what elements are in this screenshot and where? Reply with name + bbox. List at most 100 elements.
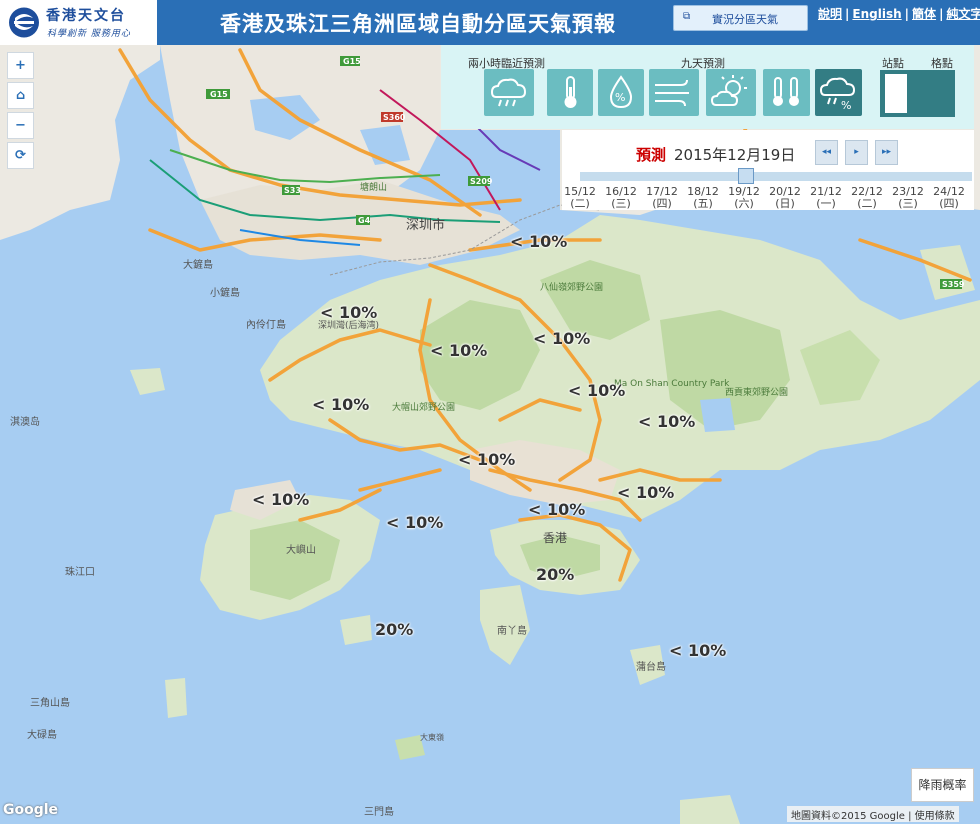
date-tick-weekday: (四)	[939, 197, 959, 210]
place-label: 大鏟島	[183, 258, 213, 271]
place-label: 香港	[543, 531, 567, 545]
date-selector: 預測 2015年12月19日 ◂◂ ▸ ▸▸ 15/12 (二) 16/12 (三) 1…	[562, 130, 974, 210]
top-links: 說明 | English | 簡体 | 純文字	[818, 5, 980, 22]
date-tick[interactable]: 24/12 (四)	[929, 186, 969, 210]
date-tick[interactable]: 20/12 (日)	[765, 186, 805, 210]
hko-emblem-icon	[9, 7, 39, 38]
rain-probability-icon: %	[819, 77, 856, 112]
date-tick[interactable]: 17/12 (四)	[642, 186, 682, 210]
date-tick[interactable]: 23/12 (三)	[888, 186, 928, 210]
reset-button[interactable]: ⟳	[7, 142, 34, 169]
svg-text:%: %	[841, 99, 851, 112]
date-slider[interactable]	[580, 172, 972, 181]
date-tick-weekday: (一)	[816, 197, 836, 210]
place-label: 南丫島	[497, 624, 527, 637]
humidity-button[interactable]: %	[598, 69, 644, 116]
logo-motto: 科學創新 服務用心	[47, 29, 131, 39]
rain-probability-label: < 10%	[510, 232, 568, 251]
rain-probability-legend: 降雨概率	[911, 768, 974, 802]
page-title: 香港及珠江三角洲區域自動分區天氣預報	[220, 12, 616, 36]
place-label: 三門島	[364, 805, 394, 818]
external-link-icon: ⧉	[683, 11, 691, 22]
attribution-text: 地圖資料©2015 Google	[791, 811, 905, 822]
date-tick[interactable]: 19/12 (六)	[724, 186, 764, 210]
rain-cloud-icon	[490, 78, 527, 107]
rain-probability-label: < 10%	[669, 641, 727, 660]
place-label: 內伶仃島	[246, 318, 286, 331]
zoom-in-button[interactable]: +	[7, 52, 34, 79]
place-label: 大嶼山	[286, 543, 316, 556]
grid-label: 格點	[931, 57, 953, 70]
date-tick-weekday: (三)	[898, 197, 918, 210]
rain-probability-label: < 10%	[533, 329, 591, 348]
date-tick[interactable]: 15/12 (二)	[560, 186, 600, 210]
rain-probability-label: < 10%	[252, 490, 310, 509]
date-tick-weekday: (二)	[857, 197, 877, 210]
play-button[interactable]: ▸	[845, 140, 868, 165]
date-slider-thumb[interactable]	[738, 168, 754, 184]
header-bar: 香港天文台 科學創新 服務用心 香港及珠江三角洲區域自動分區天氣預報 ⧉ 實況分…	[0, 0, 980, 45]
rain-probability-label: < 10%	[430, 341, 488, 360]
selected-date: 2015年12月19日	[674, 146, 796, 164]
date-tick[interactable]: 22/12 (二)	[847, 186, 887, 210]
temperature-range-icon	[773, 77, 799, 106]
next-day-button[interactable]: ▸▸	[875, 140, 898, 165]
place-label: 塘朗山	[360, 181, 387, 193]
place-label: Ma On Shan Country Park	[614, 379, 730, 389]
date-tick-weekday: (五)	[693, 197, 713, 210]
place-label: 深圳市	[406, 217, 445, 233]
wind-icon	[655, 79, 689, 107]
place-label: 三角山島	[30, 696, 70, 709]
simplified-chinese-link[interactable]: 簡体	[912, 7, 936, 21]
thermometer-icon	[564, 76, 577, 108]
rain-probability-label: < 10%	[386, 513, 444, 532]
zoom-out-button[interactable]: −	[7, 112, 34, 139]
place-label: 大碌島	[27, 728, 57, 741]
rain-probability-label: < 10%	[312, 395, 370, 414]
place-label: 珠江口	[65, 565, 95, 578]
previous-day-button[interactable]: ◂◂	[815, 140, 838, 165]
text-only-link[interactable]: 純文字	[946, 7, 980, 21]
date-tick-weekday: (四)	[652, 197, 672, 210]
date-tick[interactable]: 16/12 (三)	[601, 186, 641, 210]
weather-icon-button[interactable]	[706, 69, 756, 116]
rain-probability-label: < 10%	[568, 381, 626, 400]
wind-button[interactable]	[649, 69, 699, 116]
rain-probability-label: 20%	[536, 565, 575, 584]
route-shield: S33	[284, 186, 301, 195]
rain-probability-label: < 10%	[617, 483, 675, 502]
temperature-button[interactable]	[547, 69, 593, 116]
date-tick-weekday: (三)	[611, 197, 631, 210]
route-shield: G15	[210, 90, 228, 99]
place-label: 大東嶺	[420, 732, 444, 742]
route-shield: G4	[358, 216, 371, 225]
rain-probability-label: < 10%	[320, 303, 378, 322]
place-label: 蒲台島	[636, 660, 666, 673]
station-label: 站點	[882, 57, 904, 70]
help-link[interactable]: 說明	[818, 7, 842, 21]
terms-link[interactable]: 使用條款	[915, 811, 955, 822]
rain-probability-label: < 10%	[458, 450, 516, 469]
date-tick[interactable]: 21/12 (一)	[806, 186, 846, 210]
hko-logo[interactable]: 香港天文台 科學創新 服務用心	[0, 0, 157, 45]
english-link[interactable]: English	[852, 7, 901, 21]
observation-weather-button[interactable]: ⧉ 實況分區天氣	[673, 5, 808, 31]
rain-probability-label: < 10%	[528, 500, 586, 519]
observation-weather-label: 實況分區天氣	[712, 13, 778, 26]
temperature-range-button[interactable]	[763, 69, 810, 116]
place-label: 大帽山郊野公園	[392, 401, 455, 413]
route-shield: S360	[383, 113, 406, 122]
place-label: 小鏟島	[210, 286, 240, 299]
toggle-knob[interactable]	[885, 74, 907, 113]
rain-probability-label: < 10%	[638, 412, 696, 431]
rain-nowcast-button[interactable]	[484, 69, 534, 116]
date-tick-weekday: (日)	[775, 197, 795, 210]
google-logo: Google	[3, 802, 59, 818]
rain-probability-button[interactable]: %	[815, 69, 862, 116]
forecast-label: 預測	[636, 146, 667, 164]
map-attribution: 地圖資料©2015 Google | 使用條款	[787, 806, 959, 822]
date-tick[interactable]: 18/12 (五)	[683, 186, 723, 210]
route-shield: S209	[470, 177, 493, 186]
home-button[interactable]: ⌂	[7, 82, 34, 109]
place-label: 八仙嶺郊野公園	[540, 281, 603, 293]
